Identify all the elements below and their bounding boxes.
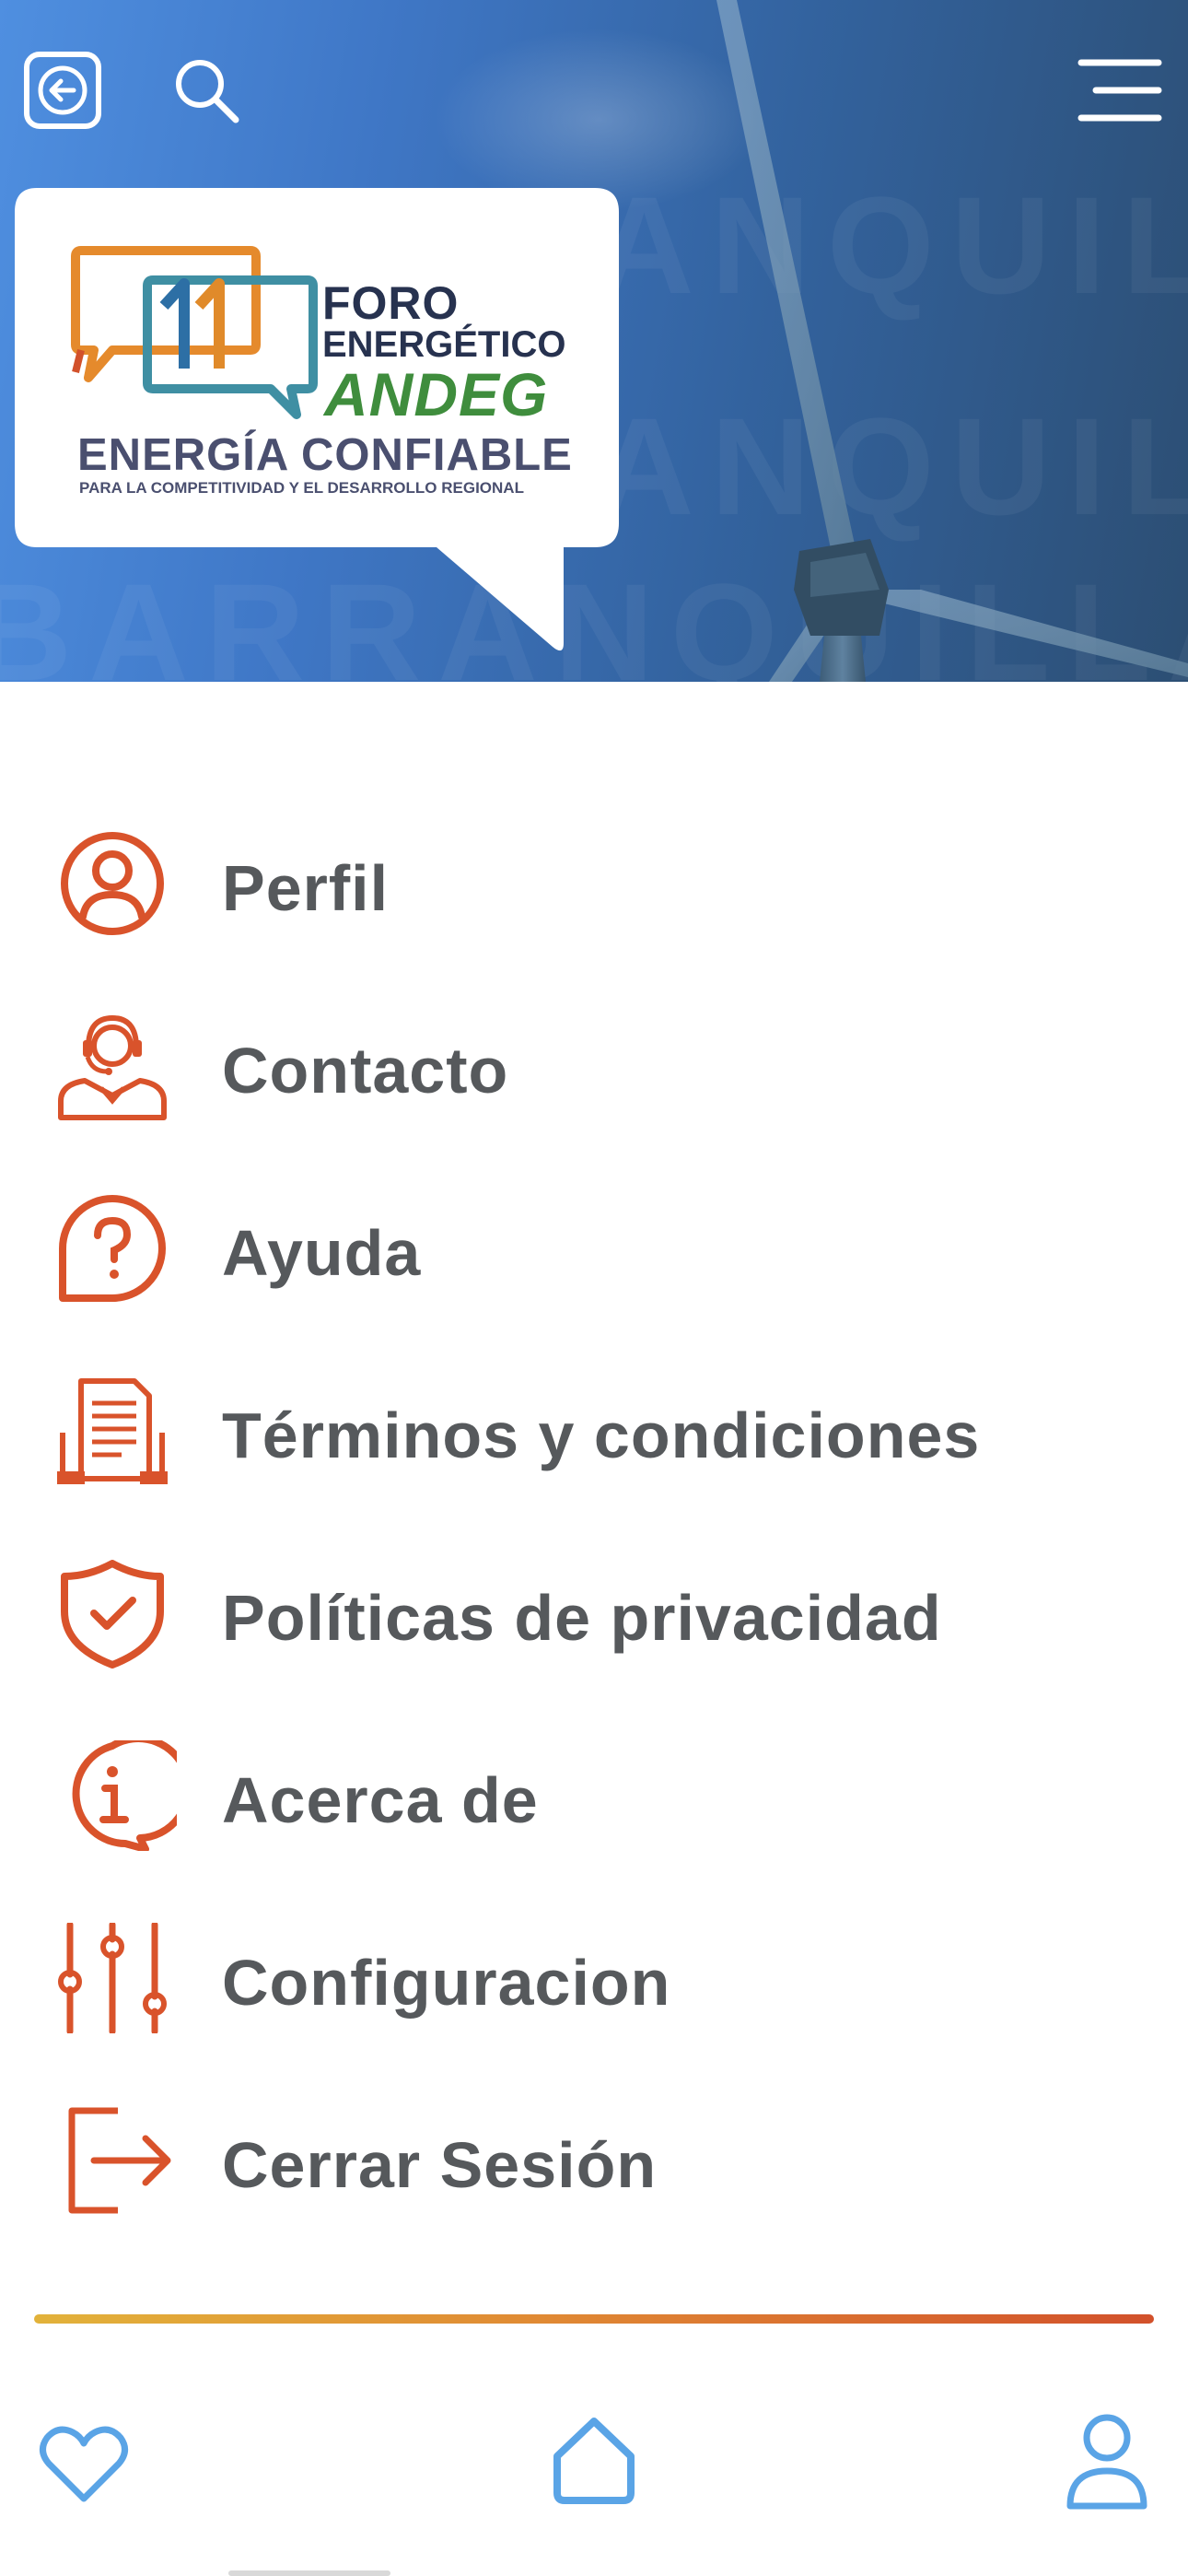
profile-icon <box>61 832 164 935</box>
logout-icon <box>68 2107 171 2214</box>
shield-check-icon <box>61 1560 164 1669</box>
search-icon <box>176 60 239 123</box>
nav-user-button[interactable] <box>1055 2405 1159 2519</box>
menu-item-label: Ayuda <box>222 1217 422 1289</box>
back-button[interactable] <box>22 50 103 131</box>
header-banner: BARRANQUILLA BARRANQUILLA BARRANQUILLA <box>0 0 1188 682</box>
logo-text-foro: FORO <box>322 277 460 329</box>
gradient-divider <box>34 2314 1154 2324</box>
search-button[interactable] <box>169 53 243 127</box>
heart-icon <box>40 2426 128 2502</box>
event-logo-card: FORO ENERGÉTICO ANDEG ENERGÍA CONFIABLE … <box>15 188 619 658</box>
sliders-icon <box>58 1923 167 2033</box>
menu-item-configuracion[interactable]: Configuracion <box>0 1900 1188 2056</box>
menu-item-perfil[interactable]: Perfil <box>0 805 1188 962</box>
info-bubble-icon <box>72 1740 177 1851</box>
home-icon <box>553 2418 635 2504</box>
menu-item-ayuda[interactable]: Ayuda <box>0 1170 1188 1327</box>
hamburger-menu-icon <box>1077 59 1162 122</box>
menu-item-label: Términos y condiciones <box>222 1399 981 1471</box>
nav-favorites-button[interactable] <box>33 2414 134 2515</box>
menu-item-acerca[interactable]: Acerca de <box>0 1717 1188 1874</box>
nav-home-button[interactable] <box>542 2403 646 2517</box>
menu-item-label: Configuracion <box>222 1947 671 2019</box>
menu-item-label: Perfil <box>222 852 390 924</box>
logo-text-tagline: PARA LA COMPETITIVIDAD Y EL DESARROLLO R… <box>79 479 524 497</box>
hamburger-menu-button[interactable] <box>1074 53 1166 127</box>
menu-item-label: Cerrar Sesión <box>222 2129 658 2201</box>
logo-text-andeg: ANDEG <box>324 360 549 428</box>
menu-item-label: Contacto <box>222 1035 509 1107</box>
user-icon <box>1066 2414 1147 2510</box>
bottom-navigation-bar <box>0 2359 1188 2576</box>
menu-item-contacto[interactable]: Contacto <box>0 988 1188 1144</box>
menu-item-label: Políticas de privacidad <box>222 1582 942 1654</box>
back-icon <box>24 52 101 129</box>
menu-item-cerrar-sesion[interactable]: Cerrar Sesión <box>0 2082 1188 2239</box>
logo-text-energia-confiable: ENERGÍA CONFIABLE <box>77 430 573 480</box>
document-terms-icon <box>57 1378 168 1484</box>
menu-item-terminos[interactable]: Términos y condiciones <box>0 1352 1188 1509</box>
headset-agent-icon <box>58 1014 167 1120</box>
home-indicator <box>228 2570 390 2576</box>
menu-item-label: Acerca de <box>222 1764 539 1836</box>
help-bubble-icon <box>59 1195 166 1302</box>
menu-item-politicas[interactable]: Políticas de privacidad <box>0 1535 1188 1692</box>
